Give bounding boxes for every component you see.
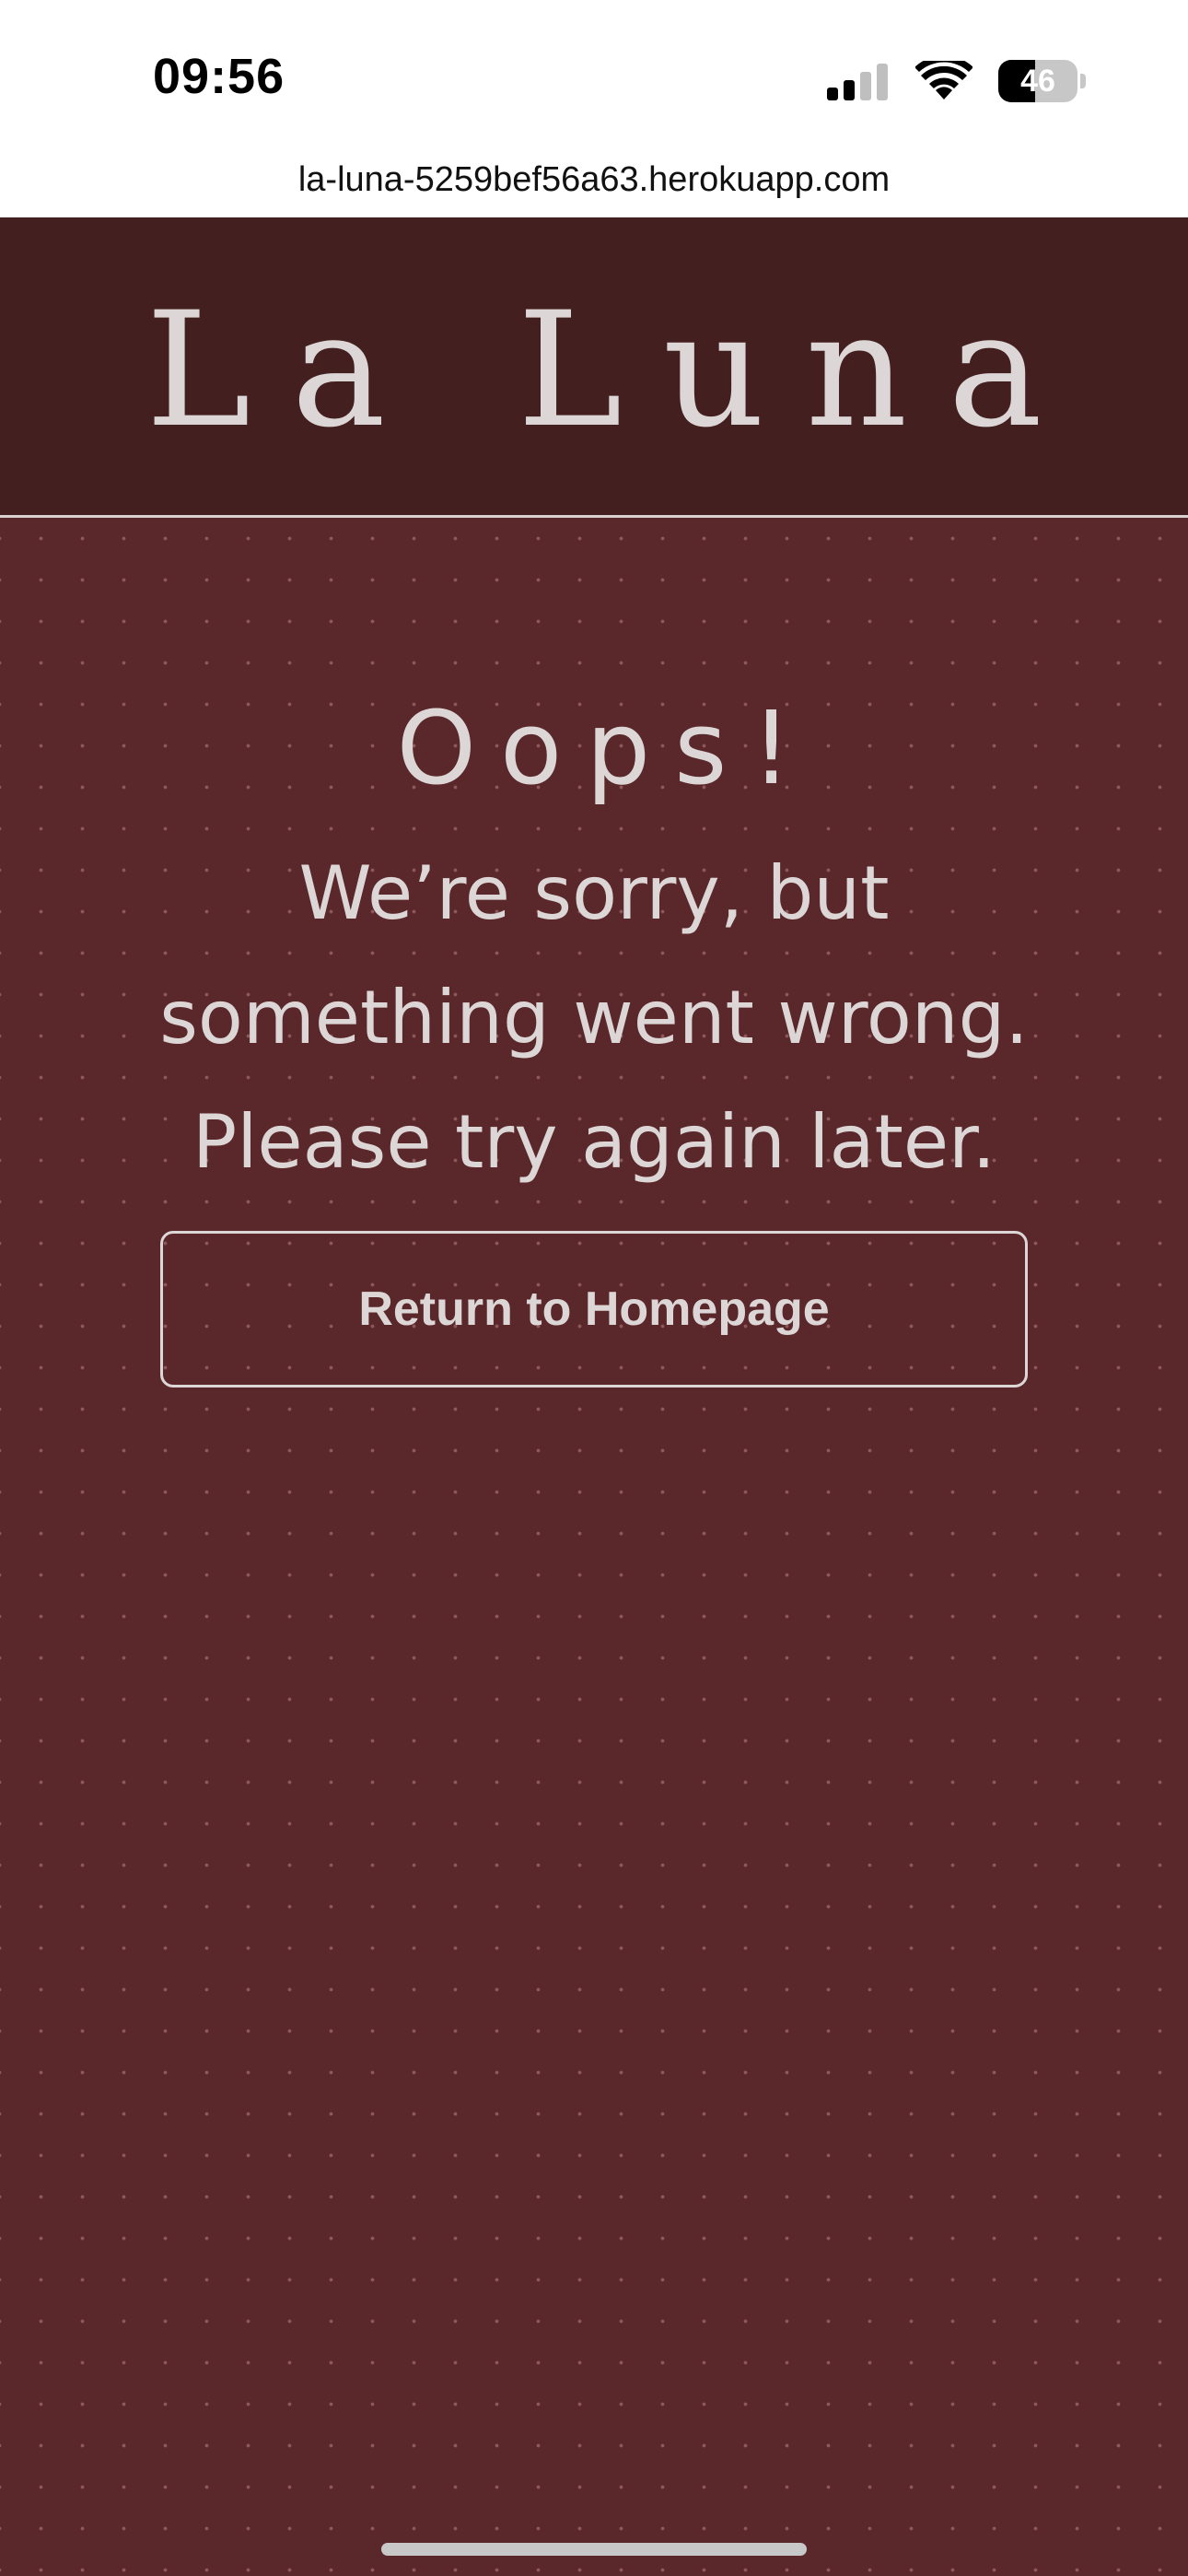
status-bar: 09:56 46 [0, 0, 1188, 152]
address-bar[interactable]: la-luna-5259bef56a63.herokuapp.com [0, 152, 1188, 217]
error-message: We’re sorry, but something went wrong. P… [159, 850, 1029, 1185]
status-icons: 46 [827, 53, 1087, 109]
battery-level: 46 [1020, 63, 1055, 99]
error-page: Oops! We’re sorry, but something went wr… [0, 518, 1188, 2576]
site-logo[interactable]: La Luna [0, 291, 1188, 450]
site-header: La Luna [0, 217, 1188, 518]
error-title: Oops! [396, 689, 816, 807]
return-to-homepage-button[interactable]: Return to Homepage [160, 1231, 1028, 1388]
status-time: 09:56 [153, 49, 285, 104]
cellular-signal-icon [827, 64, 888, 100]
battery-icon: 46 [998, 60, 1087, 102]
home-indicator[interactable] [381, 2543, 807, 2556]
wifi-icon [915, 61, 973, 100]
